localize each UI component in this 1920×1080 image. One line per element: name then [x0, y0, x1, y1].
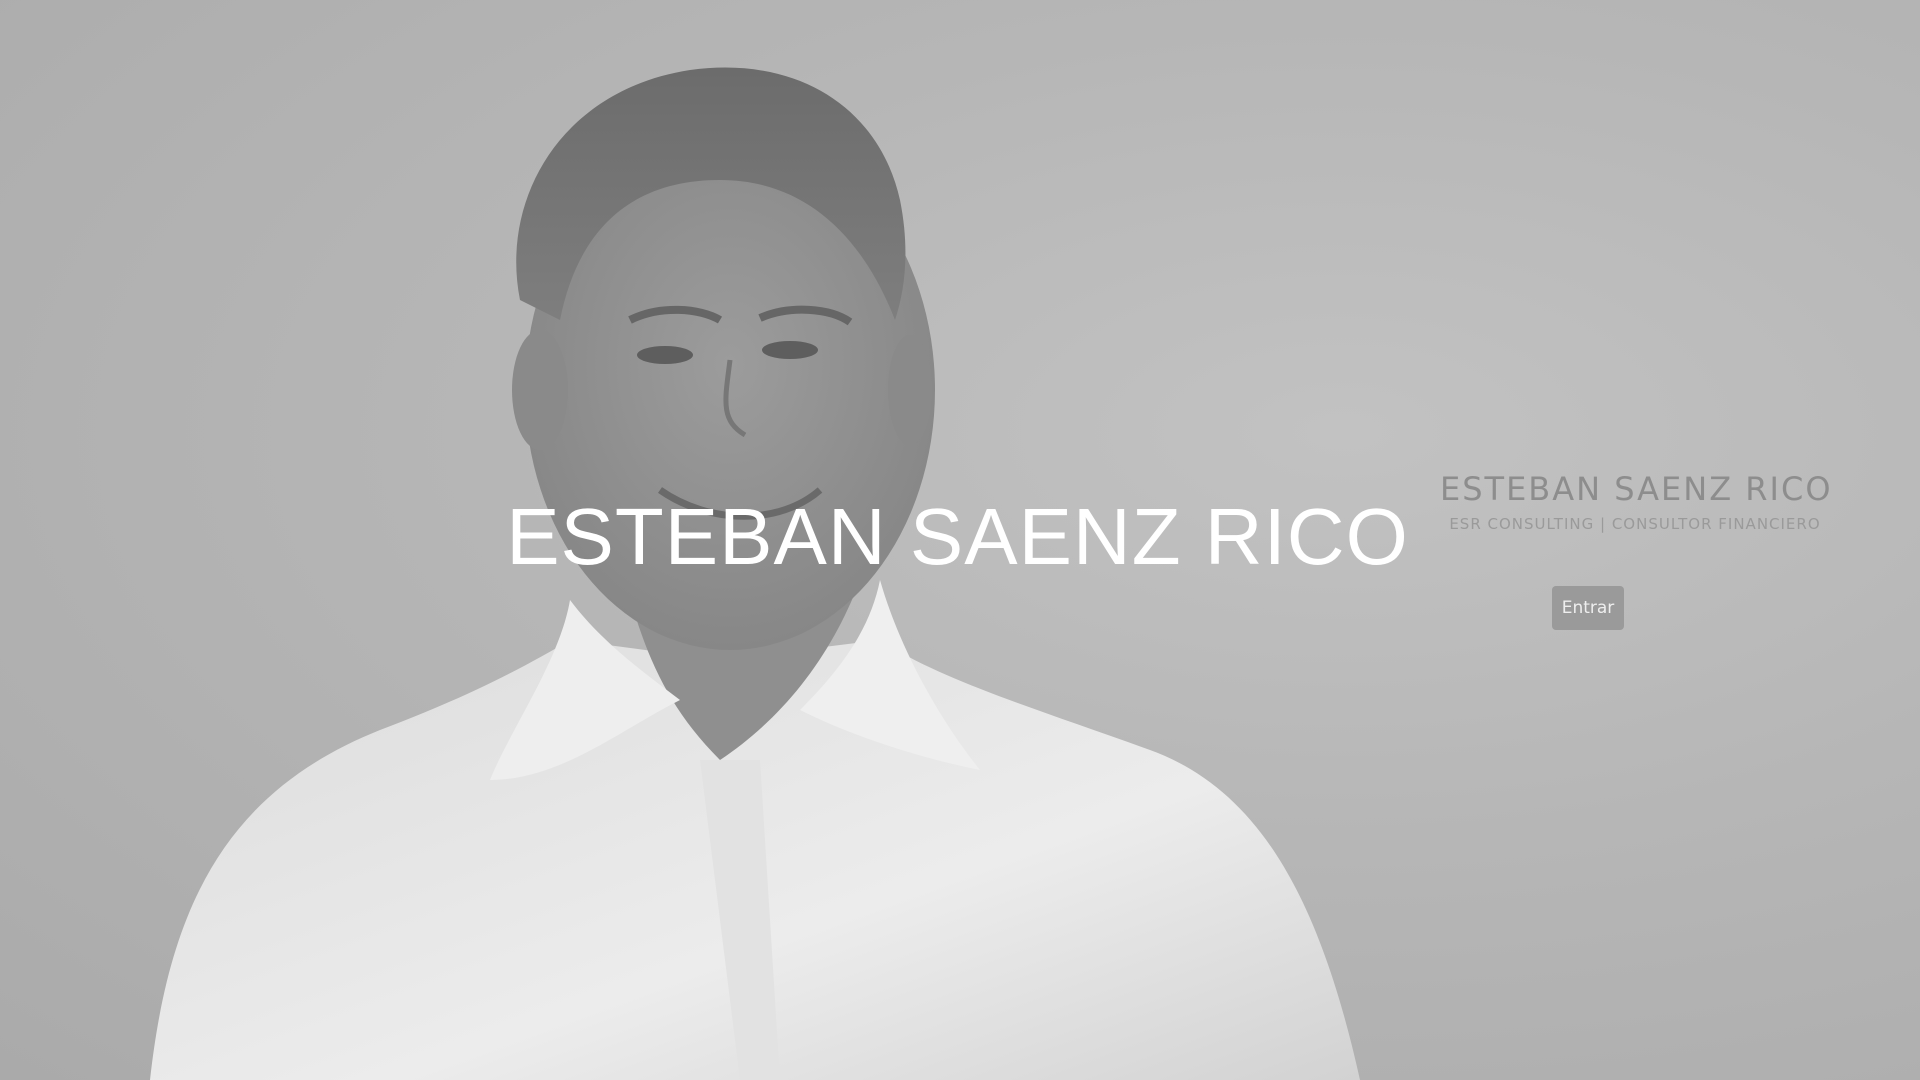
- ear-right: [888, 335, 932, 445]
- hero-title-text: ESTEBAN SAENZ RICO: [506, 492, 1409, 581]
- landing-hero: ESTEBAN SAENZ RICO ESTEBAN SAENZ RICO ES…: [0, 0, 1920, 1080]
- eye-left: [637, 346, 693, 364]
- ear-left: [512, 330, 568, 450]
- site-tagline: ESR CONSULTING | CONSULTOR FINANCIERO: [1449, 515, 1821, 533]
- eye-right: [762, 341, 818, 359]
- brand-block: ESTEBAN SAENZ RICO ESR CONSULTING | CONS…: [1440, 467, 1833, 533]
- enter-button[interactable]: Entrar: [1552, 586, 1624, 630]
- site-name: ESTEBAN SAENZ RICO: [1440, 470, 1833, 508]
